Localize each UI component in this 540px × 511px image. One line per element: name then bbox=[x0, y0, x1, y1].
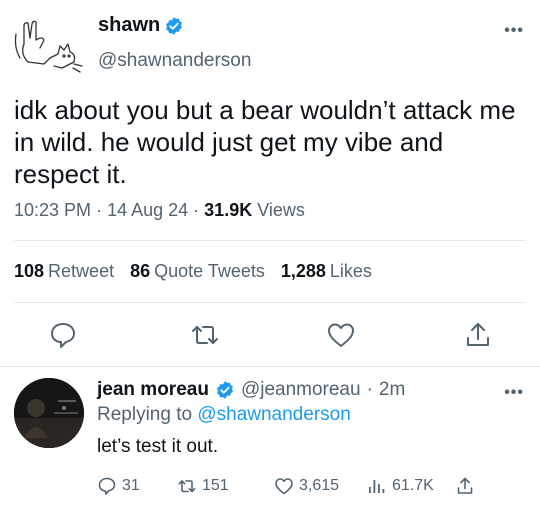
reply-like-action[interactable]: 3,615 bbox=[274, 476, 339, 496]
reply-time[interactable]: 2m bbox=[379, 379, 405, 401]
verified-badge-icon bbox=[166, 16, 183, 35]
author-name[interactable]: shawn bbox=[98, 14, 160, 37]
retweet-icon bbox=[178, 480, 196, 493]
divider bbox=[14, 240, 526, 241]
retweet-icon[interactable] bbox=[190, 320, 220, 350]
reply-author-name[interactable]: jean moreau bbox=[97, 379, 209, 401]
reply-icon bbox=[98, 477, 116, 495]
quotes-stat[interactable]: 86 Quote Tweets bbox=[130, 261, 265, 282]
tweet-action-bar bbox=[0, 320, 540, 352]
views-label: Views bbox=[257, 200, 305, 220]
reply-separator: · bbox=[366, 379, 373, 400]
author-handle[interactable]: @shawnanderson bbox=[98, 50, 251, 72]
reply-icon[interactable] bbox=[48, 320, 78, 350]
reply-author-avatar[interactable] bbox=[14, 378, 84, 448]
likes-stat[interactable]: 1,288 Likes bbox=[281, 261, 372, 282]
retweets-label: Retweet bbox=[48, 261, 115, 281]
reply-author-row: jean moreau @jeanmoreau · 2m bbox=[97, 379, 405, 401]
reply-reply-action[interactable]: 31 bbox=[97, 476, 140, 496]
likes-count: 1,288 bbox=[280, 261, 326, 281]
tweet-meta: 10:23 PM · 14 Aug 24 · 31.9K Views bbox=[14, 200, 305, 221]
divider bbox=[0, 366, 540, 367]
quotes-count: 86 bbox=[130, 261, 151, 281]
views-count: 31.9K bbox=[204, 200, 253, 220]
reply-retweets-count: 151 bbox=[202, 477, 229, 494]
tweet-time[interactable]: 10:23 PM bbox=[14, 200, 91, 220]
like-icon bbox=[275, 478, 293, 495]
replying-to-mention[interactable]: @shawnanderson bbox=[197, 404, 350, 425]
views-icon bbox=[369, 480, 385, 493]
replying-to-line: Replying to @shawnanderson bbox=[97, 404, 351, 426]
meta-separator: · bbox=[96, 200, 108, 220]
reply-views-count: 61.7K bbox=[392, 477, 434, 494]
quotes-label: Quote Tweets bbox=[154, 261, 265, 281]
retweets-count: 108 bbox=[14, 261, 45, 281]
reply-replies-count: 31 bbox=[122, 477, 140, 494]
tweet-text: idk about you but a bear wouldn’t attack… bbox=[14, 95, 516, 189]
tweet-stats: 108 Retweet 86 Quote Tweets 1,288 Likes bbox=[14, 261, 372, 282]
author-avatar[interactable] bbox=[10, 14, 86, 76]
replying-to-prefix: Replying to bbox=[97, 404, 193, 425]
share-icon bbox=[457, 477, 473, 494]
reply-likes-count: 3,615 bbox=[299, 477, 340, 494]
likes-label: Likes bbox=[329, 261, 372, 281]
more-options-icon[interactable]: ••• bbox=[504, 22, 524, 40]
retweets-stat[interactable]: 108 Retweet bbox=[14, 261, 114, 282]
reply-text: let’s test it out. bbox=[97, 436, 219, 457]
divider bbox=[14, 302, 526, 303]
reply-share-action[interactable] bbox=[455, 476, 475, 496]
share-icon[interactable] bbox=[463, 320, 493, 350]
meta-separator: · bbox=[193, 200, 205, 220]
reply-retweet-action[interactable]: 151 bbox=[177, 476, 229, 496]
reply-author-handle[interactable]: @jeanmoreau bbox=[241, 379, 361, 401]
verified-badge-icon bbox=[217, 381, 233, 399]
author-name-row[interactable]: shawn bbox=[98, 14, 184, 37]
like-icon[interactable] bbox=[326, 320, 356, 350]
reply-action-bar: 31 151 3,615 61.7K bbox=[97, 476, 527, 500]
reply-views-action[interactable]: 61.7K bbox=[367, 476, 434, 496]
tweet-date[interactable]: 14 Aug 24 bbox=[107, 200, 188, 220]
reply-more-options-icon[interactable]: ••• bbox=[504, 384, 524, 402]
